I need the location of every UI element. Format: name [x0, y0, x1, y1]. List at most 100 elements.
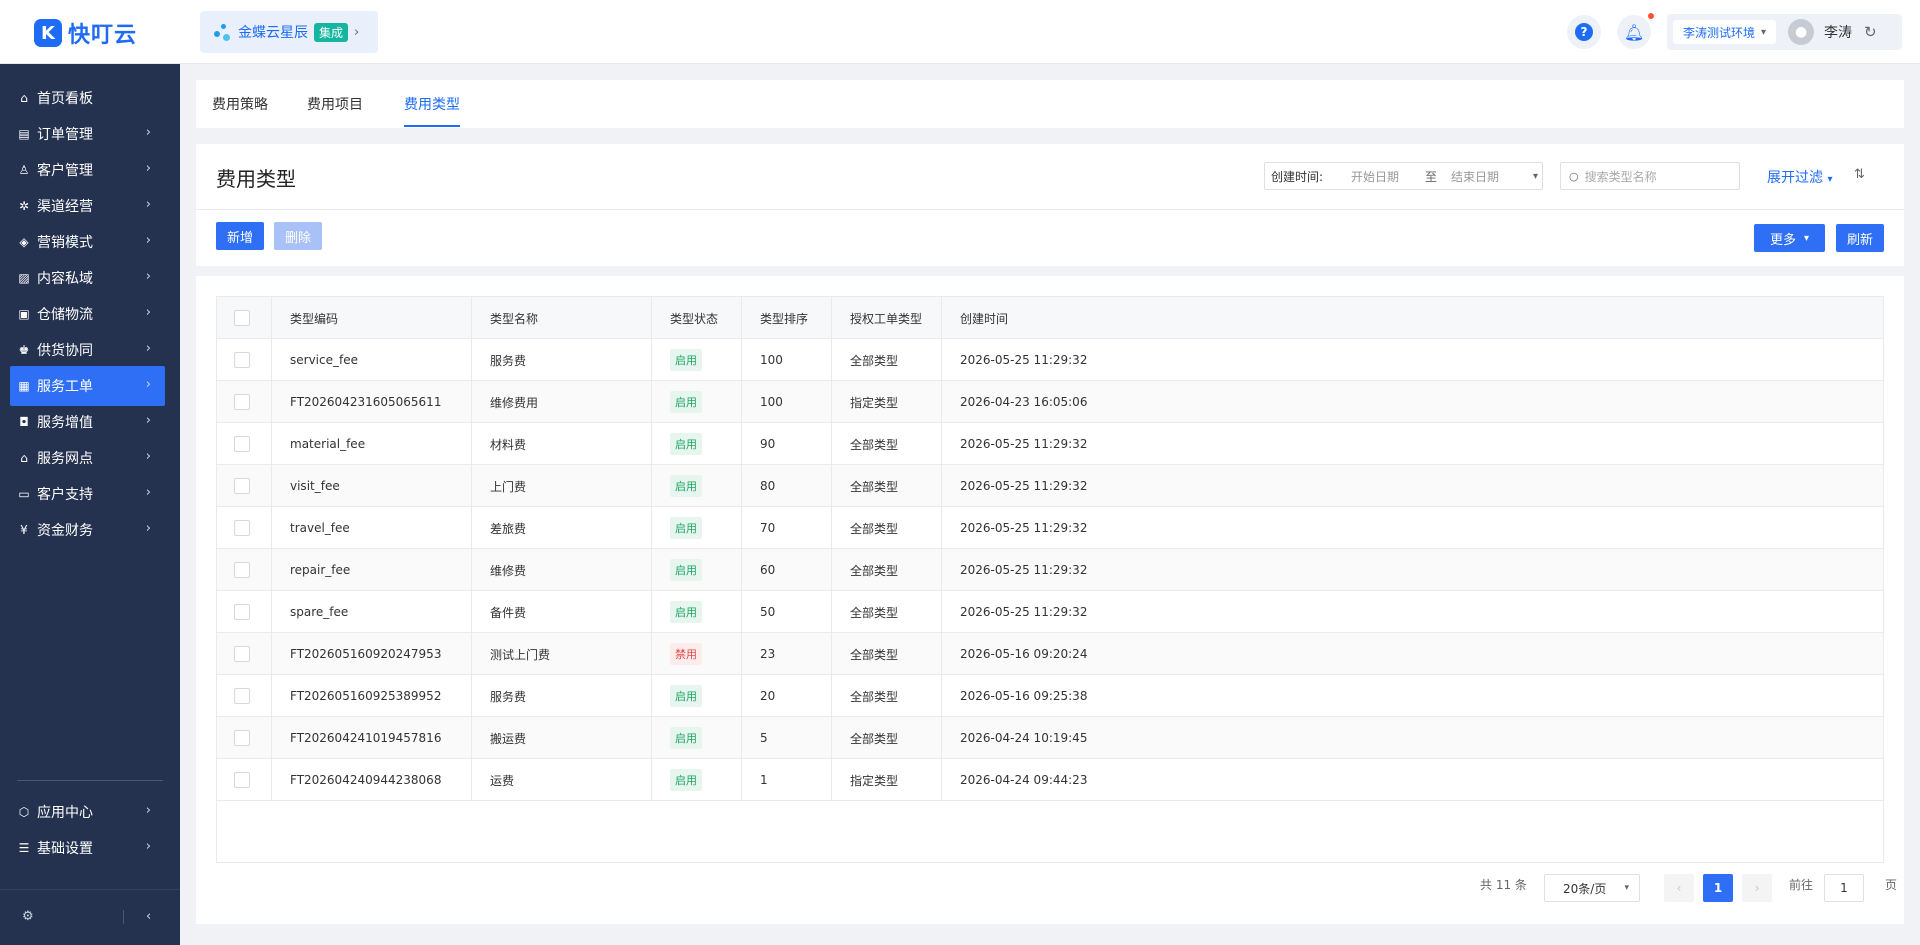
- column-header[interactable]: 类型名称: [472, 297, 652, 339]
- auth-type-cell: 全部类型: [832, 633, 942, 675]
- row-select-cell: [217, 675, 272, 717]
- reload-icon[interactable]: ↻: [1864, 23, 1877, 41]
- sidebar-item-app-center[interactable]: ⬡ 应用中心 ›: [10, 792, 165, 832]
- expand-filter-button[interactable]: 展开过滤 ▾: [1767, 167, 1832, 187]
- sidebar-item-supply[interactable]: ♚ 供货协同 ›: [10, 330, 165, 370]
- sidebar-item-label: 客户管理: [37, 163, 93, 179]
- prev-page-button[interactable]: ‹: [1664, 874, 1694, 902]
- tab-fee-types[interactable]: 费用类型: [404, 94, 460, 114]
- sidebar-item-channel[interactable]: ✲ 渠道经营 ›: [10, 186, 165, 226]
- add-button[interactable]: 新增: [216, 222, 264, 250]
- row-checkbox[interactable]: [234, 730, 250, 746]
- created-time-cell: 2026-05-25 11:29:32: [960, 605, 1088, 619]
- sidebar-item-warehouse[interactable]: ▣ 仓储物流 ›: [10, 294, 165, 334]
- sort-cell: 50: [742, 591, 832, 633]
- date-range-filter[interactable]: 创建时间: 开始日期 至 结束日期 ▾: [1264, 162, 1543, 190]
- sidebar-item-finance[interactable]: ¥ 资金财务 ›: [10, 510, 165, 550]
- start-date-input[interactable]: 开始日期: [1351, 168, 1411, 185]
- column-header[interactable]: 类型编码: [272, 297, 472, 339]
- collapse-sidebar-icon[interactable]: ‹: [146, 909, 151, 924]
- chevron-down-icon: ▾: [1803, 232, 1810, 244]
- app-logo[interactable]: K 快叮云: [34, 17, 137, 49]
- sidebar-item-settings-list[interactable]: ☰ 基础设置 ›: [10, 828, 165, 868]
- created-time-cell: 2026-05-25 11:29:32: [960, 521, 1088, 535]
- sidebar-item-tag[interactable]: ◈ 营销模式 ›: [10, 222, 165, 262]
- tag-icon: ◈: [19, 235, 29, 249]
- integration-switcher[interactable]: 金蝶云星辰 集成 ›: [200, 11, 378, 53]
- page-size-select[interactable]: 20条/页 ▾: [1544, 874, 1640, 902]
- row-checkbox[interactable]: [234, 520, 250, 536]
- select-all-checkbox[interactable]: [234, 310, 250, 326]
- type-name-cell: 运费: [472, 759, 652, 801]
- search-placeholder: 搜索类型名称: [1584, 169, 1657, 184]
- page-title: 费用类型: [216, 167, 296, 191]
- type-name-cell: 搬运费: [472, 717, 652, 759]
- environment-select[interactable]: 李涛测试环境 ▾: [1673, 20, 1777, 44]
- end-date-input[interactable]: 结束日期: [1451, 168, 1521, 185]
- table-row[interactable]: spare_fee 备件费 启用 50 全部类型 2026-05-25 11:29:32: [217, 591, 1883, 633]
- row-checkbox[interactable]: [234, 604, 250, 620]
- status-cell: 启用: [652, 423, 742, 465]
- type-name-cell: 差旅费: [472, 507, 652, 549]
- top-header: K 快叮云 金蝶云星辰 集成 › ? 🔔︎ 李涛测试环境 ▾ ● 李涛 ↻: [0, 0, 1920, 64]
- table-row[interactable]: FT202605160920247953 测试上门费 禁用 23 全部类型 2026-05…: [217, 633, 1883, 675]
- sidebar-item-workorder[interactable]: ▦ 服务工单 ›: [10, 366, 165, 406]
- table-row[interactable]: service_fee 服务费 启用 100 全部类型 2026-05-25 11:29:…: [217, 339, 1883, 381]
- sidebar-item-store[interactable]: ⌂ 服务网点 ›: [10, 438, 165, 478]
- more-button[interactable]: 更多 ▾: [1754, 224, 1825, 252]
- delete-button[interactable]: 删除: [274, 222, 322, 250]
- table-row[interactable]: repair_fee 维修费 启用 60 全部类型 2026-05-25 11:29:32: [217, 549, 1883, 591]
- sidebar-item-support[interactable]: ▭ 客户支持 ›: [10, 474, 165, 514]
- logo-mark-icon: K: [34, 19, 62, 47]
- help-button[interactable]: ?: [1567, 15, 1601, 49]
- notification-button[interactable]: 🔔︎: [1617, 15, 1651, 49]
- table-row[interactable]: travel_fee 差旅费 启用 70 全部类型 2026-05-25 11:29:32: [217, 507, 1883, 549]
- sidebar-item-order[interactable]: ▤ 订单管理 ›: [10, 114, 165, 154]
- sidebar-item-label: 营销模式: [37, 235, 93, 251]
- chevron-down-icon: ▾: [1533, 170, 1539, 182]
- created-time-cell: 2026-05-25 11:29:32: [960, 437, 1088, 451]
- row-checkbox[interactable]: [234, 562, 250, 578]
- row-select-cell: [217, 423, 272, 465]
- gear-icon[interactable]: ⚙: [22, 909, 34, 924]
- column-header[interactable]: 创建时间: [942, 297, 1883, 339]
- row-checkbox[interactable]: [234, 394, 250, 410]
- chevron-down-icon: ▾: [1827, 174, 1833, 185]
- avatar[interactable]: ●: [1788, 19, 1815, 45]
- column-header[interactable]: 类型状态: [652, 297, 742, 339]
- table-row[interactable]: FT202604231605065611 维修费用 启用 100 指定类型 2026-04…: [217, 381, 1883, 423]
- sidebar-item-bag[interactable]: ◘ 服务增值 ›: [10, 402, 165, 442]
- auth-type-cell: 指定类型: [832, 759, 942, 801]
- auth-type-cell: 全部类型: [832, 591, 942, 633]
- created-time-cell: 2026-05-25 11:29:32: [960, 353, 1088, 367]
- row-checkbox[interactable]: [234, 646, 250, 662]
- row-checkbox[interactable]: [234, 436, 250, 452]
- column-header[interactable]: 授权工单类型: [832, 297, 942, 339]
- row-checkbox[interactable]: [234, 478, 250, 494]
- row-checkbox[interactable]: [234, 352, 250, 368]
- column-header[interactable]: 类型排序: [742, 297, 832, 339]
- sidebar-item-home[interactable]: ⌂ 首页看板: [10, 78, 165, 118]
- table-row[interactable]: FT202604240944238068 运费 启用 1 指定类型 2026-04-24 …: [217, 759, 1883, 801]
- auth-type-cell: 全部类型: [832, 423, 942, 465]
- chevron-right-icon: ›: [145, 197, 151, 212]
- tab-fee-items[interactable]: 费用项目: [307, 94, 363, 114]
- type-code-cell: FT202605160920247953: [272, 633, 472, 675]
- next-page-button[interactable]: ›: [1742, 874, 1772, 902]
- search-input[interactable]: ○ 搜索类型名称: [1560, 162, 1740, 190]
- sidebar-item-user[interactable]: ♙ 客户管理 ›: [10, 150, 165, 190]
- sidebar-item-label: 供货协同: [37, 343, 93, 359]
- user-name[interactable]: 李涛: [1824, 22, 1852, 42]
- row-checkbox[interactable]: [234, 772, 250, 788]
- tab-fee-strategy[interactable]: 费用策略: [212, 94, 268, 114]
- row-checkbox[interactable]: [234, 688, 250, 704]
- sort-icon[interactable]: ⇅: [1854, 167, 1865, 182]
- page-number-current[interactable]: 1: [1703, 874, 1733, 902]
- sidebar-item-image[interactable]: ▨ 内容私域 ›: [10, 258, 165, 298]
- table-row[interactable]: visit_fee 上门费 启用 80 全部类型 2026-05-25 11:29:32: [217, 465, 1883, 507]
- table-row[interactable]: FT202604241019457816 搬运费 启用 5 全部类型 2026-04-24…: [217, 717, 1883, 759]
- table-row[interactable]: material_fee 材料费 启用 90 全部类型 2026-05-25 11:29:…: [217, 423, 1883, 465]
- table-row[interactable]: FT202605160925389952 服务费 启用 20 全部类型 2026-05-1…: [217, 675, 1883, 717]
- refresh-button[interactable]: 刷新: [1836, 224, 1884, 252]
- goto-page-input[interactable]: 1: [1824, 874, 1864, 902]
